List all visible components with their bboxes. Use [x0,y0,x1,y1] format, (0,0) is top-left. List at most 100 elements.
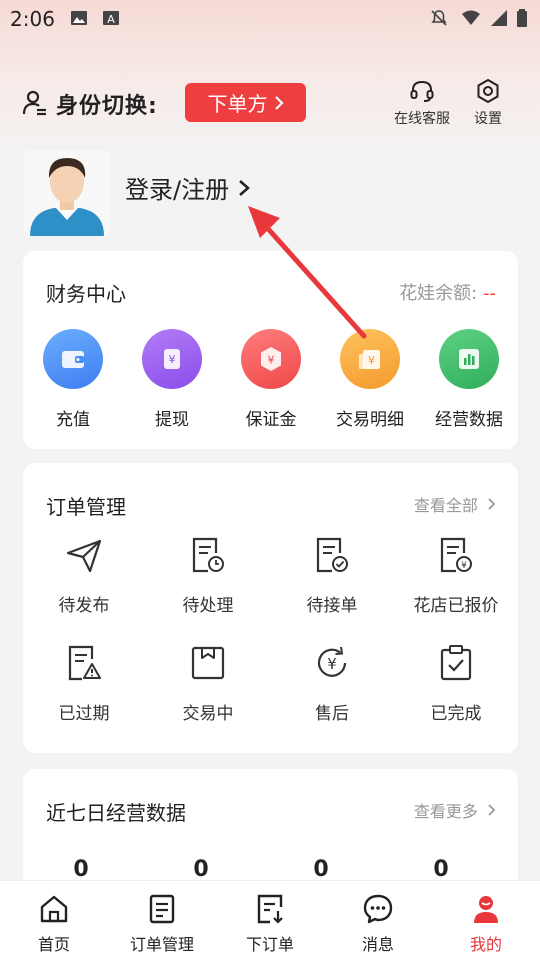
image-notification-icon [71,11,87,25]
chat-bubble-icon [363,894,393,924]
nav-mine[interactable]: 我的 [436,893,536,955]
withdraw-icon: ¥ [164,349,180,369]
order-management-card: 订单管理 查看全部 待发布 待处理 待接单 ¥ 花店已报价 已过期 交易中 ¥ … [23,463,518,753]
view-more-label: 查看更多 [413,802,478,821]
home-icon [40,895,68,923]
stat-value: 0 [433,857,449,882]
view-more-link[interactable]: 查看更多 [414,798,496,822]
order-expired[interactable]: 已过期 [29,643,139,724]
online-service-label: 在线客服 [394,111,450,127]
settings-button[interactable]: 设置 [453,78,523,128]
chevron-right-icon [488,498,496,510]
paper-plane-icon [66,539,102,573]
svg-text:¥: ¥ [327,655,337,673]
view-all-label: 查看全部 [413,496,478,515]
document-warning-icon [68,645,101,681]
order-status-label: 待处理 [182,596,234,616]
settings-label: 设置 [474,111,502,127]
nav-order-management-label: 订单管理 [129,935,194,954]
a-notification-icon: A [103,11,119,26]
deposit-button[interactable]: ¥ 保证金 [231,329,311,430]
svg-text:¥: ¥ [368,354,375,367]
user-profile-icon [474,896,498,923]
order-florist-quoted[interactable]: ¥ 花店已报价 [401,535,511,616]
weekly-data-title: 近七日经营数据 [46,801,186,825]
document-clock-icon [192,537,224,573]
business-data-label: 经营数据 [435,410,503,430]
chevron-right-icon [239,179,250,196]
order-in-transaction[interactable]: 交易中 [153,643,263,724]
wifi-icon [462,10,480,25]
order-status-label: 花店已报价 [413,596,499,616]
identity-switch-label: 身份切换: [56,94,158,119]
order-status-label: 待接单 [306,596,358,616]
status-time: 2:06 [10,7,55,31]
deposit-label: 保证金 [245,410,297,430]
nav-order-management[interactable]: 订单管理 [112,893,212,955]
recharge-label: 充值 [56,410,90,430]
role-switch-button[interactable]: 下单方 [185,83,306,122]
nav-messages-label: 消息 [361,935,394,954]
nav-messages[interactable]: 消息 [328,893,428,955]
role-switch-label: 下单方 [207,92,268,116]
svg-text:A: A [107,13,115,26]
nav-home[interactable]: 首页 [4,893,104,955]
document-list-icon [149,894,175,924]
box-icon [191,646,225,680]
order-status-label: 已过期 [58,704,110,724]
svg-text:¥: ¥ [169,353,176,366]
finance-center-card: 财务中心 花娃余额: -- 充值 ¥ 提现 ¥ 保证金 ¥ 交易明细 经营数据 [23,251,518,449]
deposit-icon: ¥ [261,347,281,371]
transaction-detail-label: 交易明细 [336,410,404,430]
online-service-button[interactable]: 在线客服 [387,78,457,128]
avatar[interactable] [24,150,110,236]
status-bar: 2:06 A [0,0,540,36]
withdraw-button[interactable]: ¥ 提现 [132,329,212,430]
view-all-orders-link[interactable]: 查看全部 [414,492,496,516]
chevron-right-icon [488,804,496,816]
order-pending-process[interactable]: 待处理 [153,535,263,616]
bell-off-icon [431,10,447,26]
document-check-icon [316,537,348,573]
document-yuan-icon: ¥ [440,537,472,573]
document-download-icon [257,894,283,924]
withdraw-label: 提现 [155,410,189,430]
order-status-label: 售后 [315,704,349,724]
recharge-button[interactable]: 充值 [33,329,113,430]
stat-value: 0 [193,857,209,882]
header: 身份切换: 下单方 在线客服 设置 [0,70,540,140]
refund-cycle-icon: ¥ [317,646,347,677]
balance-label: 花娃余额: [399,283,478,304]
order-pending-accept[interactable]: 待接单 [277,535,387,616]
login-register-link[interactable]: 登录/注册 [125,170,251,205]
transaction-detail-icon: ¥ [359,350,380,369]
headset-icon [410,80,434,102]
order-completed[interactable]: 已完成 [401,643,511,724]
business-data-button[interactable]: 经营数据 [429,329,509,430]
nav-place-order[interactable]: 下订单 [220,893,320,955]
login-register-label: 登录/注册 [125,176,230,204]
svg-text:¥: ¥ [268,354,275,367]
stat-value: 0 [73,857,89,882]
stat-value: 0 [313,857,329,882]
order-pending-publish[interactable]: 待发布 [29,535,139,616]
order-status-label: 待发布 [58,596,110,616]
business-data-icon [459,349,479,369]
order-after-sales[interactable]: ¥ 售后 [277,643,387,724]
battery-icon [517,9,527,27]
gear-icon [477,78,499,104]
order-status-label: 交易中 [182,704,234,724]
svg-text:¥: ¥ [461,561,467,571]
signal-icon [491,10,507,26]
default-avatar-icon [30,158,104,236]
identity-switch-icon [22,90,46,116]
finance-center-title: 财务中心 [46,282,126,306]
nav-mine-label: 我的 [469,935,502,954]
chevron-right-icon [274,95,284,110]
balance-display: 花娃余额: -- [399,279,496,305]
transaction-detail-button[interactable]: ¥ 交易明细 [330,329,410,430]
order-management-title: 订单管理 [46,495,126,519]
balance-value: -- [483,283,496,304]
wallet-icon [62,351,84,368]
order-status-label: 已完成 [430,704,482,724]
